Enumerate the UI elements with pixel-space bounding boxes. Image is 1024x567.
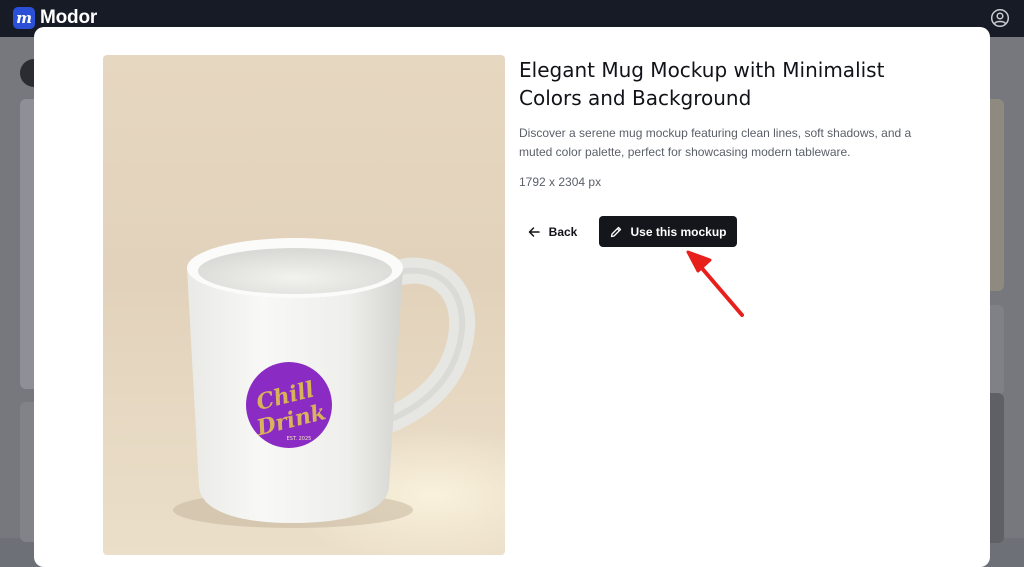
pencil-icon [611,226,622,237]
back-button[interactable]: Back [521,216,583,247]
mockup-preview-image: Chill Drink EST. 2025 [103,55,505,555]
arrow-left-icon [528,226,540,237]
user-circle-icon[interactable] [990,8,1010,28]
mockup-dimensions: 1792 x 2304 px [519,175,602,189]
svg-text:EST. 2025: EST. 2025 [287,436,312,442]
back-button-label: Back [548,224,578,239]
mug-illustration: Chill Drink EST. 2025 [173,238,505,555]
mockup-detail-modal: Chill Drink EST. 2025 Elegant Mug Mockup… [34,27,990,567]
chill-drink-logo: Chill Drink EST. 2025 [246,362,332,448]
use-mockup-button-label: Use this mockup [630,224,727,239]
mockup-title: Elegant Mug Mockup with Minimalist Color… [519,58,885,110]
logo-icon[interactable]: m [13,7,35,29]
use-mockup-button[interactable]: Use this mockup [599,216,737,247]
mockup-description: Discover a serene mug mockup featuring c… [519,126,912,159]
